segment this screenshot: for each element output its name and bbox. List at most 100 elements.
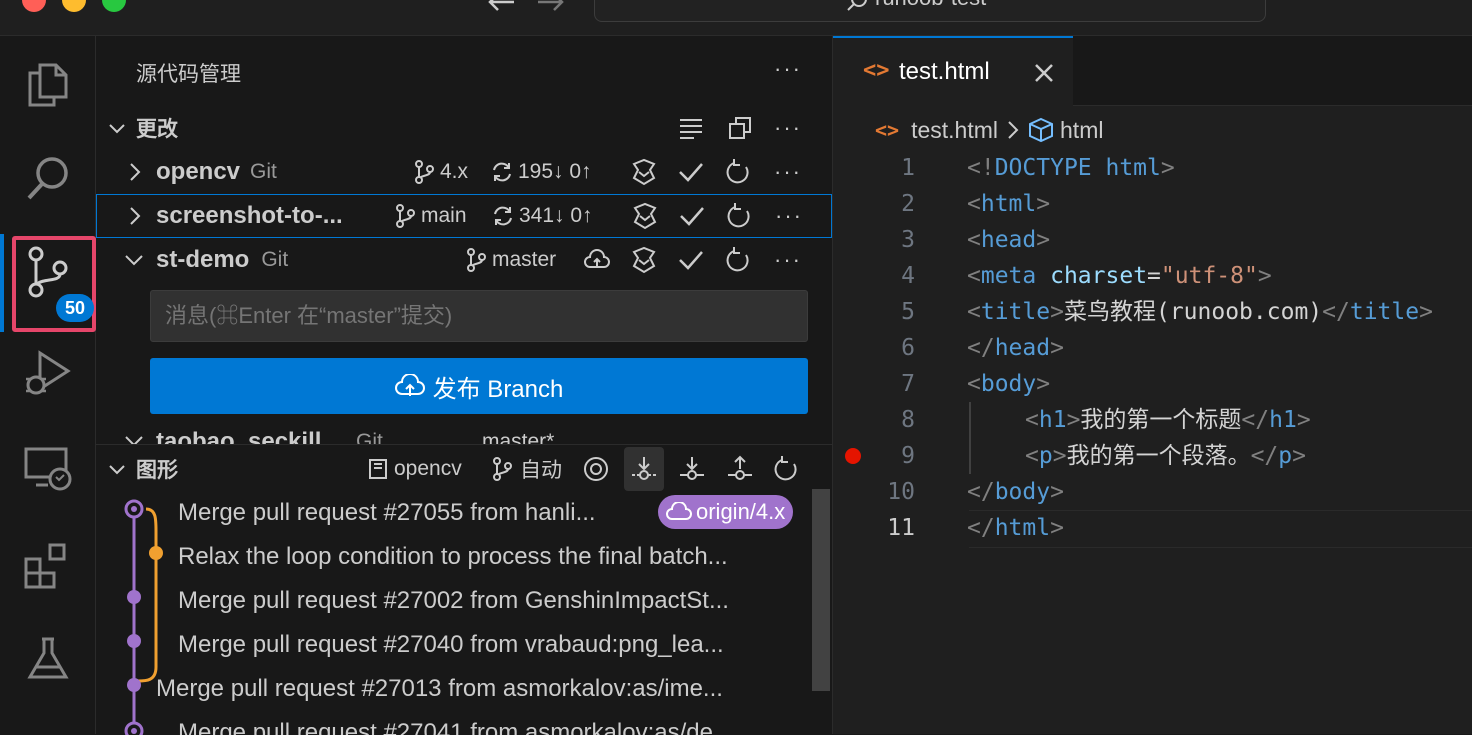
sync-status: 195↓ 0↑: [518, 160, 592, 183]
more-actions-icon[interactable]: ···: [774, 247, 802, 273]
fetch-button[interactable]: [624, 447, 664, 491]
pull-icon[interactable]: [678, 455, 706, 483]
more-actions-icon[interactable]: ···: [774, 56, 802, 82]
commit-row[interactable]: Merge pull request #27013 from asmorkalo…: [96, 667, 808, 711]
command-center-search[interactable]: runoob-test: [594, 0, 1266, 22]
zoom-window-button[interactable]: [102, 0, 126, 12]
code-area[interactable]: 1 <!DOCTYPE html> 2 <html> 3 <head> 4 <meta …: [833, 150, 1472, 550]
extensions-button[interactable]: [0, 520, 96, 610]
more-actions-icon[interactable]: ···: [774, 115, 802, 141]
refresh-icon[interactable]: [726, 159, 752, 185]
graph-branch-filter[interactable]: 自动: [520, 454, 562, 484]
run-debug-button[interactable]: [0, 328, 96, 418]
breadcrumb-file[interactable]: test.html: [911, 117, 998, 144]
commit-row[interactable]: Merge pull request #27040 from vrabaud:p…: [96, 623, 808, 667]
commit-message: Relax the loop condition to process the …: [178, 543, 728, 570]
symbol-box-icon: [1029, 117, 1054, 143]
html-file-icon: <>: [863, 58, 890, 83]
close-window-button[interactable]: [22, 0, 46, 12]
collapse-all-icon[interactable]: [728, 116, 754, 140]
code-line: 4 <meta charset="utf-8">: [833, 258, 1472, 294]
cloud-upload-icon[interactable]: [584, 249, 610, 271]
branch-name[interactable]: 4.x: [440, 160, 468, 184]
close-icon[interactable]: [1033, 62, 1055, 84]
copilot-icon[interactable]: [631, 202, 659, 230]
graph-repo-filter[interactable]: opencv: [394, 457, 462, 481]
scrollbar-thumb[interactable]: [812, 489, 830, 691]
repo-name: st-demo: [156, 246, 250, 273]
commit-row[interactable]: Merge pull request #27041 from asmorkalo…: [96, 711, 808, 735]
minimize-window-button[interactable]: [62, 0, 86, 12]
commit-message-input[interactable]: [150, 290, 808, 342]
branch-name[interactable]: main: [421, 204, 467, 228]
repo-row-selected[interactable]: screenshot-to-... main 341↓ 0↑ ···: [96, 194, 832, 238]
remote-explorer-icon: [24, 447, 72, 491]
tag-label: origin/4.x: [696, 499, 786, 524]
graph-section-header[interactable]: 图形 opencv 自动: [96, 447, 832, 491]
list-view-icon[interactable]: [678, 116, 704, 140]
repo-row-clipped[interactable]: taobao_seckill Git master*: [96, 424, 832, 444]
push-icon[interactable]: [726, 455, 754, 483]
tab-label: test.html: [899, 58, 990, 85]
refresh-icon[interactable]: [727, 203, 753, 229]
sync-status: 341↓ 0↑: [519, 204, 593, 227]
line-number: 6: [901, 335, 915, 361]
source-control-badge: 50: [56, 294, 94, 322]
changes-title: 更改: [136, 118, 178, 141]
chevron-right-icon: [130, 207, 141, 225]
commit-message: Merge pull request #27041 from asmorkalo…: [178, 719, 733, 735]
repo-row[interactable]: st-demo Git master ···: [96, 238, 832, 282]
publish-branch-button[interactable]: 发布 Branch: [150, 358, 808, 414]
code-line: 2 <html>: [833, 186, 1472, 222]
window-title: runoob-test: [875, 0, 986, 11]
refresh-icon[interactable]: [774, 456, 800, 482]
more-actions-icon[interactable]: ···: [774, 159, 802, 185]
testing-button[interactable]: [0, 614, 96, 704]
repo-row[interactable]: opencv Git 4.x 195↓ 0↑ ···: [96, 150, 832, 194]
more-actions-icon[interactable]: ···: [775, 203, 803, 229]
line-number: 8: [901, 407, 915, 433]
commit-check-icon[interactable]: [679, 204, 705, 228]
graph-title: 图形: [136, 459, 178, 482]
branch-icon: [396, 204, 415, 228]
forward-arrow-icon[interactable]: [536, 0, 568, 14]
branch-icon: [493, 457, 512, 481]
extensions-icon: [24, 543, 66, 589]
remote-explorer-button[interactable]: [0, 422, 96, 512]
line-number: 3: [901, 227, 915, 253]
fetch-icon: [632, 457, 656, 480]
back-arrow-icon[interactable]: [484, 0, 516, 14]
html-file-icon: <>: [875, 118, 900, 142]
line-number: 7: [901, 371, 915, 397]
sync-icon[interactable]: [490, 160, 514, 184]
code-line: 10 </body>: [833, 474, 1472, 510]
repo-name: opencv: [156, 158, 241, 185]
breadcrumb-symbol[interactable]: html: [1060, 117, 1103, 144]
changes-section-header[interactable]: 更改 ···: [96, 106, 832, 150]
commit-row[interactable]: Relax the loop condition to process the …: [96, 535, 808, 579]
explorer-button[interactable]: [0, 40, 96, 130]
source-control-icon: [28, 246, 68, 298]
copilot-icon[interactable]: [630, 246, 658, 274]
commit-check-icon[interactable]: [678, 248, 704, 272]
code-line: 8 <h1>我的第一个标题</h1>: [833, 402, 1472, 438]
chevron-down-icon: [125, 436, 143, 444]
branch-icon: [415, 160, 434, 184]
line-number: 9: [901, 443, 915, 469]
chevron-down-icon: [109, 465, 125, 475]
panel-title: 源代码管理: [136, 63, 241, 86]
source-control-button[interactable]: 50: [12, 236, 96, 332]
commit-check-icon[interactable]: [678, 160, 704, 184]
branch-name[interactable]: master: [492, 248, 556, 272]
search-button[interactable]: [0, 134, 96, 224]
copilot-icon[interactable]: [630, 158, 658, 186]
branch-icon: [467, 248, 486, 272]
refresh-icon[interactable]: [726, 247, 752, 273]
tab-test-html[interactable]: <> test.html: [833, 36, 1073, 106]
commit-row[interactable]: Merge pull request #27002 from GenshinIm…: [96, 579, 808, 623]
search-icon: [847, 0, 867, 11]
code-line: 11 </html>: [833, 510, 1472, 546]
sync-icon[interactable]: [491, 204, 515, 228]
commit-message: Merge pull request #27013 from asmorkalo…: [156, 675, 723, 702]
target-icon[interactable]: [582, 455, 610, 483]
